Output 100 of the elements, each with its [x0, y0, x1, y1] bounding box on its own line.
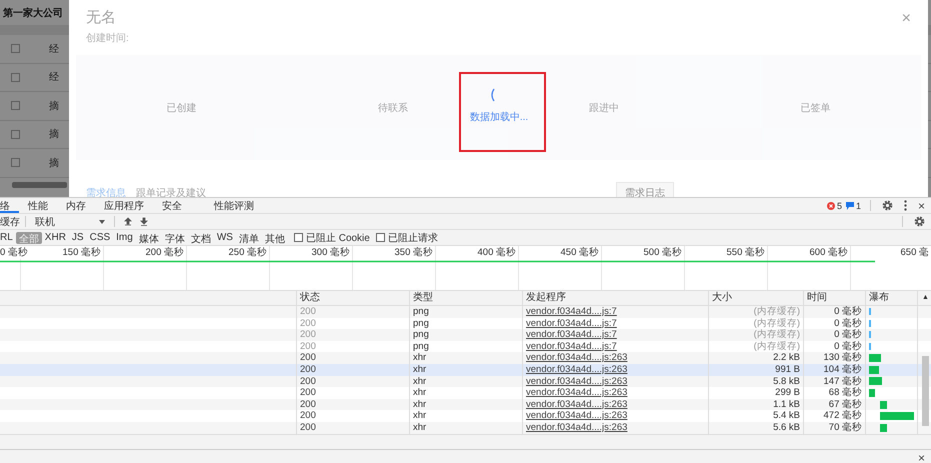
column-header[interactable]: 大小 [709, 291, 804, 305]
column-header[interactable]: 时间 [804, 291, 866, 305]
download-icon[interactable] [140, 217, 148, 226]
more-icon[interactable] [904, 200, 907, 211]
column-header[interactable]: 发起程序 [523, 291, 709, 305]
table-row[interactable]: 200 xhr vendor.f034a4d....js:263 5.8 kB 147 毫秒 [0, 376, 931, 388]
table-row[interactable]: 200 xhr vendor.f034a4d....js:263 5.6 kB 70 毫秒 [0, 422, 931, 434]
message-icon [846, 202, 854, 210]
table-cell: xhr [410, 422, 523, 434]
devtools-tab[interactable]: 内存 [57, 198, 95, 213]
close-button[interactable]: × [912, 450, 931, 463]
filter-chip[interactable]: JS [68, 232, 87, 244]
table-row[interactable]: 200 png vendor.f034a4d....js:7 (内存缓存) 0 毫秒 [0, 329, 931, 341]
filter-chip[interactable]: XHR [42, 232, 69, 244]
waterfall-bar [880, 424, 887, 432]
vertical-scrollbar[interactable] [922, 356, 929, 426]
filter-chip[interactable]: WS [214, 232, 236, 244]
filter-chip[interactable]: 文档 [188, 232, 214, 244]
table-cell: 200 [297, 398, 410, 410]
table-cell: xhr [410, 398, 523, 410]
cache-label[interactable]: 缓存 [0, 214, 20, 228]
initiator-link[interactable]: vendor.f034a4d....js:263 [526, 422, 628, 433]
loading-text: 数据加载中... [470, 110, 528, 124]
step-label: 已创建 [166, 102, 197, 114]
checkbox[interactable] [376, 233, 385, 242]
time-tick: 200 毫秒 [146, 246, 184, 259]
table-cell-text: 摘 [49, 128, 59, 142]
initiator-link[interactable]: vendor.f034a4d....js:263 [526, 410, 628, 422]
waterfall-bar [880, 400, 887, 409]
devtools-tab[interactable]: 安全 [153, 198, 191, 213]
step-label: 待联系 [378, 102, 408, 114]
devtools-tab[interactable]: 性能评测 [205, 198, 263, 213]
initiator-link[interactable]: vendor.f034a4d....js:263 [526, 387, 628, 398]
initiator-link[interactable]: vendor.f034a4d....js:263 [526, 376, 628, 387]
settings-icon[interactable] [882, 200, 893, 211]
waterfall-bar [869, 377, 882, 386]
error-count[interactable]: 5 [836, 200, 842, 210]
initiator-link[interactable]: vendor.f034a4d....js:7 [526, 318, 617, 329]
checkbox[interactable] [294, 233, 303, 242]
table-cell: 0 毫秒 [804, 329, 866, 341]
filter-chip[interactable]: RL [0, 232, 16, 244]
table-cell: (内存缓存) [709, 306, 804, 318]
devtools-tab[interactable]: 应用程序 [95, 198, 153, 213]
time-tick: 600 毫秒 [810, 246, 848, 259]
checkbox-label[interactable]: 已阻止请求 [388, 230, 438, 244]
time-tick: 300 毫秒 [312, 246, 350, 259]
horizontal-scrollbar[interactable] [12, 182, 67, 188]
error-icon [826, 202, 835, 210]
initiator-link[interactable]: vendor.f034a4d....js:263 [526, 364, 628, 375]
close-button[interactable]: × [912, 198, 931, 212]
initiator-link[interactable]: vendor.f034a4d....js:7 [526, 329, 617, 340]
filter-chip[interactable]: 字体 [162, 232, 188, 244]
table-cell-text: 摘 [49, 156, 59, 170]
table-cell: 200 [297, 329, 410, 341]
table-cell: 200 [297, 376, 410, 388]
column-header[interactable]: 瀑布 [866, 291, 918, 305]
initiator-link[interactable]: vendor.f034a4d....js:263 [526, 352, 628, 364]
table-cell: png [410, 306, 523, 318]
settings-icon[interactable] [914, 216, 925, 227]
table-cell: 0 毫秒 [804, 306, 866, 318]
table-cell: 200 [297, 422, 410, 434]
row-checkbox[interactable] [11, 130, 20, 139]
page-title: 第一家大公司 [3, 6, 63, 20]
table-row[interactable]: 200 xhr vendor.f034a4d....js:263 2.2 kB 130 毫秒 [0, 352, 931, 364]
checkbox-label[interactable]: 已阻止 Cookie [306, 230, 370, 244]
table-cell: 200 [297, 306, 410, 318]
step-label: 已签单 [800, 102, 830, 114]
table-cell: 1.1 kB [709, 398, 804, 410]
row-checkbox[interactable] [11, 72, 20, 82]
created-time-label: 创建时间: [86, 32, 130, 45]
table-row[interactable]: 200 png vendor.f034a4d....js:7 (内存缓存) 0 毫秒 [0, 306, 931, 318]
table-cell: xhr [410, 376, 523, 388]
time-tick: 500 毫秒 [644, 246, 682, 259]
spinner-icon [489, 88, 495, 102]
message-count[interactable]: 1 [856, 200, 861, 210]
time-tick: 350 毫秒 [394, 246, 433, 259]
row-checkbox[interactable] [11, 44, 20, 54]
column-header[interactable]: 状态 [297, 291, 410, 305]
upload-icon[interactable] [124, 217, 132, 226]
initiator-link[interactable]: vendor.f034a4d....js:263 [526, 398, 628, 410]
waterfall-bar [869, 388, 875, 397]
filter-chip[interactable]: Img [113, 232, 136, 244]
row-checkbox[interactable] [11, 158, 20, 168]
devtools-tab[interactable]: 性能 [19, 198, 57, 213]
table-row[interactable]: 200 xhr vendor.f034a4d....js:263 991 B 104 毫秒 [0, 364, 931, 376]
initiator-link[interactable]: vendor.f034a4d....js:7 [526, 306, 617, 317]
time-tick: 400 毫秒 [478, 246, 516, 259]
initiator-link[interactable]: vendor.f034a4d....js:7 [526, 340, 617, 352]
drawer-title: 无名 [86, 8, 116, 26]
filter-chip[interactable]: 媒体 [136, 232, 162, 244]
column-header[interactable]: 类型 [410, 291, 523, 305]
table-row[interactable]: 200 xhr vendor.f034a4d....js:263 1.1 kB 67 毫秒 [0, 398, 931, 410]
devtools-tab[interactable]: 络 [0, 198, 19, 213]
table-cell-text: 经 [49, 71, 59, 84]
row-checkbox[interactable] [11, 101, 20, 110]
filter-chip[interactable]: CSS [86, 232, 114, 244]
filter-chip[interactable]: 清单 [236, 232, 262, 244]
filter-chip[interactable]: 其他 [262, 232, 288, 244]
table-cell: 147 毫秒 [804, 376, 866, 388]
throttle-dropdown[interactable]: 联机 [31, 214, 109, 228]
